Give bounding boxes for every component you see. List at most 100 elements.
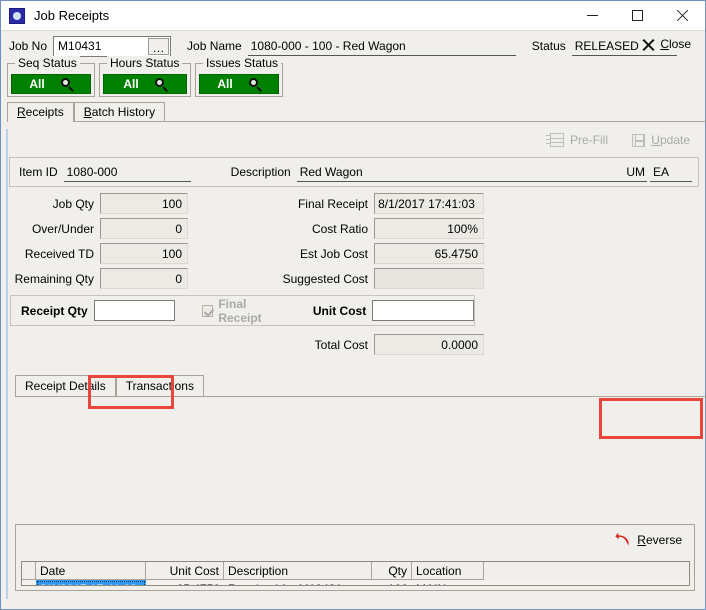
reverse-button-label: Reverse [637, 532, 682, 547]
tab-receipt-details[interactable]: Receipt Details [15, 375, 116, 397]
row-date: 8/1/2017 17:41:03 [36, 580, 146, 585]
job-no-lookup-button[interactable]: … [148, 37, 170, 55]
cost-ratio-row: Cost Ratio 100% [258, 218, 484, 239]
row-pointer-icon [26, 584, 32, 585]
unit-cost-label: Unit Cost [312, 303, 367, 318]
receipt-qty-input[interactable] [93, 300, 176, 321]
maximize-button[interactable] [615, 1, 660, 30]
title-bar: Job Receipts [1, 1, 705, 30]
job-qty-value: 100 [100, 193, 188, 214]
status-filter-bar: Seq Status All Hours Status All Issues S… [1, 56, 705, 101]
suggested-cost-label: Suggested Cost [282, 271, 368, 286]
received-td-value: 100 [100, 243, 188, 264]
status-label: Status [531, 39, 566, 53]
suggested-cost-row: Suggested Cost [258, 268, 484, 289]
tab-batch-history[interactable]: Batch History [73, 102, 166, 122]
suggested-cost-value [374, 268, 484, 289]
job-name-field: 1080-000 - 100 - Red Wagon [247, 36, 516, 56]
total-cost-value: 0.0000 [374, 334, 484, 355]
magnifier-icon [248, 78, 262, 92]
transactions-panel: Reverse Date Unit Cost Description Qty L… [15, 524, 695, 591]
row-indicator [22, 580, 36, 585]
est-job-cost-label: Est Job Cost [299, 246, 368, 261]
close-button[interactable]: Close [638, 35, 695, 53]
total-cost-label: Total Cost [314, 337, 368, 352]
row-description: Received for M10431 [224, 580, 372, 586]
seq-status-label: Seq Status [15, 56, 80, 70]
receipt-qty-label: Receipt Qty [21, 303, 88, 318]
grid-header-unit-cost[interactable]: Unit Cost [146, 562, 224, 580]
final-receipt-checkbox[interactable]: Final Receipt [202, 297, 287, 325]
item-id-field: 1080-000 [63, 162, 191, 182]
transactions-grid[interactable]: Date Unit Cost Description Qty Location … [21, 561, 690, 586]
job-name-label: Job Name [187, 39, 242, 53]
final-receipt-date-value: 8/1/2017 17:41:03 [374, 193, 484, 214]
action-bar: Pre-Fill Update [8, 129, 700, 157]
grid-header-description[interactable]: Description [224, 562, 372, 580]
checkmark-icon [202, 304, 214, 317]
window-close-button[interactable] [660, 1, 705, 30]
row-unit-cost: 65.4750 [146, 580, 224, 586]
tab-receipts[interactable]: Receipts [7, 102, 74, 122]
remaining-qty-value: 0 [100, 268, 188, 289]
hours-status-label: Hours Status [107, 56, 183, 70]
hours-status-group: Hours Status All [99, 56, 191, 97]
row-location: MAIN [412, 580, 484, 586]
sub-tab-underline [15, 396, 706, 397]
close-icon [676, 9, 689, 22]
over-under-value: 0 [100, 218, 188, 239]
item-id-label: Item ID [19, 165, 58, 179]
over-under-row: Over/Under 0 [8, 218, 188, 239]
received-td-row: Received TD 100 [8, 243, 188, 264]
tab-underline [7, 121, 706, 122]
magnifier-icon [60, 78, 74, 92]
unit-cost-input[interactable] [372, 300, 474, 321]
job-no-label: Job No [9, 39, 48, 53]
grid-header-qty[interactable]: Qty [372, 562, 412, 580]
pre-fill-label: Pre-Fill [570, 133, 608, 147]
seq-status-value: All [29, 77, 45, 91]
reverse-button[interactable]: Reverse [607, 529, 690, 550]
final-receipt-date-label: Final Receipt [297, 196, 368, 211]
final-receipt-row: Final Receipt 8/1/2017 17:41:03 [258, 193, 484, 214]
close-x-icon [642, 38, 655, 51]
hours-status-button[interactable]: All [103, 74, 187, 94]
window-controls [570, 1, 705, 30]
main-tab-bar: Receipts Batch History [7, 101, 706, 122]
remaining-qty-label: Remaining Qty [14, 271, 94, 286]
minimize-button[interactable] [570, 1, 615, 30]
um-label: UM [626, 165, 645, 179]
cost-ratio-label: Cost Ratio [311, 221, 368, 236]
seq-status-group: Seq Status All [7, 56, 95, 97]
cost-ratio-value: 100% [374, 218, 484, 239]
close-button-label: Close [660, 37, 691, 51]
job-no-value: M10431 [58, 39, 102, 53]
est-job-cost-row: Est Job Cost 65.4750 [258, 243, 484, 264]
item-row: Item ID 1080-000 Description Red Wagon U… [9, 157, 699, 187]
grid-header-location[interactable]: Location [412, 562, 484, 580]
tab-transactions[interactable]: Transactions [115, 375, 204, 397]
pre-fill-button[interactable]: Pre-Fill [546, 133, 608, 147]
remaining-qty-row: Remaining Qty 0 [8, 268, 188, 289]
seq-status-button[interactable]: All [11, 74, 91, 94]
um-field: EA [650, 162, 692, 182]
tab-batch-history-label: atch History [91, 105, 156, 119]
job-qty-row: Job Qty 100 [8, 193, 188, 214]
est-job-cost-value: 65.4750 [374, 243, 484, 264]
table-row[interactable]: 8/1/2017 17:41:03 65.4750 Received for M… [22, 580, 689, 586]
job-no-input[interactable]: M10431 … [53, 35, 172, 57]
sub-tab-bar: Receipt Details Transactions [15, 375, 706, 397]
receipts-panel: Pre-Fill Update Item ID 1080-000 Descrip… [6, 129, 706, 599]
undo-arrow-icon [615, 532, 630, 546]
received-td-label: Received TD [24, 246, 94, 261]
update-button[interactable]: Update [632, 133, 690, 147]
over-under-label: Over/Under [31, 221, 94, 236]
total-cost-row: Total Cost 0.0000 [258, 334, 484, 355]
issues-status-value: All [217, 77, 233, 91]
issues-status-button[interactable]: All [199, 74, 279, 94]
job-qty-label: Job Qty [52, 196, 94, 211]
grid-header-date[interactable]: Date [36, 562, 146, 580]
grid-header-indicator [22, 562, 36, 580]
minimize-icon [587, 15, 598, 16]
final-receipt-checkbox-label: Final Receipt [218, 296, 262, 325]
